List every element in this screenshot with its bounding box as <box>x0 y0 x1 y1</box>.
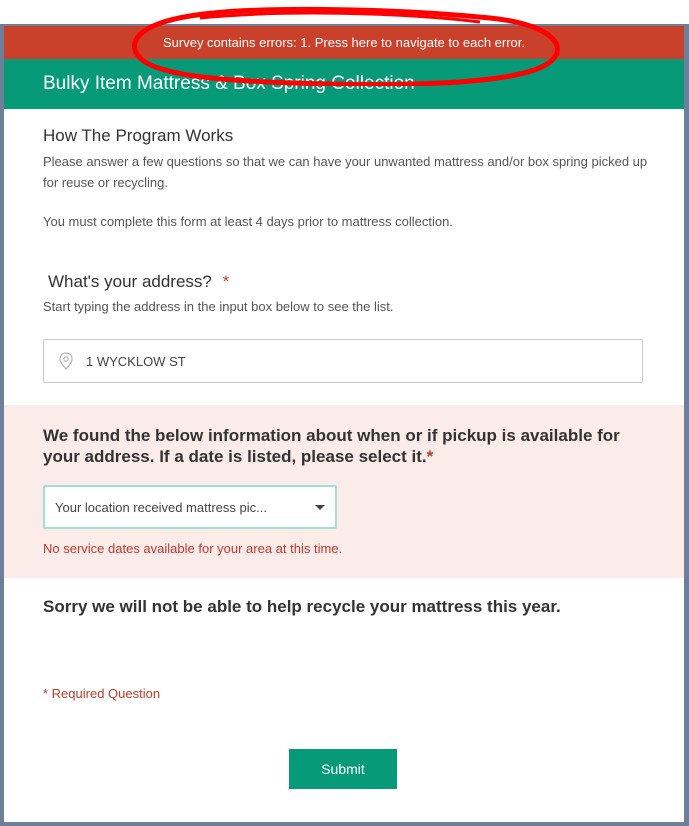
address-hint: Start typing the address in the input bo… <box>43 299 394 314</box>
corner-circle <box>667 10 681 24</box>
address-question-text: What's your address? <box>48 272 212 291</box>
map-pin-icon <box>59 352 73 370</box>
submit-button[interactable]: Submit <box>289 749 397 789</box>
pickup-date-select[interactable]: Your location received mattress pic... <box>43 485 337 529</box>
chevron-down-icon <box>315 504 325 510</box>
program-heading: How The Program Works <box>43 126 234 145</box>
pickup-question-panel: We found the below information about whe… <box>4 405 684 578</box>
error-banner[interactable]: Survey contains errors: 1. Press here to… <box>4 26 684 59</box>
pickup-question-label: We found the below information about whe… <box>43 425 653 467</box>
intro-paragraph-2: You must complete this form at least 4 d… <box>43 214 453 229</box>
address-value: 1 WYCKLOW ST <box>86 353 186 369</box>
address-input[interactable]: 1 WYCKLOW ST <box>43 339 643 383</box>
required-star: * <box>222 272 230 291</box>
pickup-question-text: We found the below information about whe… <box>43 426 620 466</box>
required-star: * <box>426 447 434 466</box>
pickup-error-message: No service dates available for your area… <box>43 541 343 556</box>
intro-paragraph-1: Please answer a few questions so that we… <box>43 154 648 190</box>
survey-title: Bulky Item Mattress & Box Spring Collect… <box>4 59 684 109</box>
address-question-label: What's your address? * <box>48 272 229 292</box>
browser-top-strip <box>0 0 689 24</box>
sorry-message: Sorry we will not be able to help recycl… <box>43 597 561 616</box>
survey-frame: Survey contains errors: 1. Press here to… <box>4 26 684 822</box>
required-note: * Required Question <box>43 686 161 701</box>
pickup-select-value: Your location received mattress pic... <box>55 499 267 515</box>
